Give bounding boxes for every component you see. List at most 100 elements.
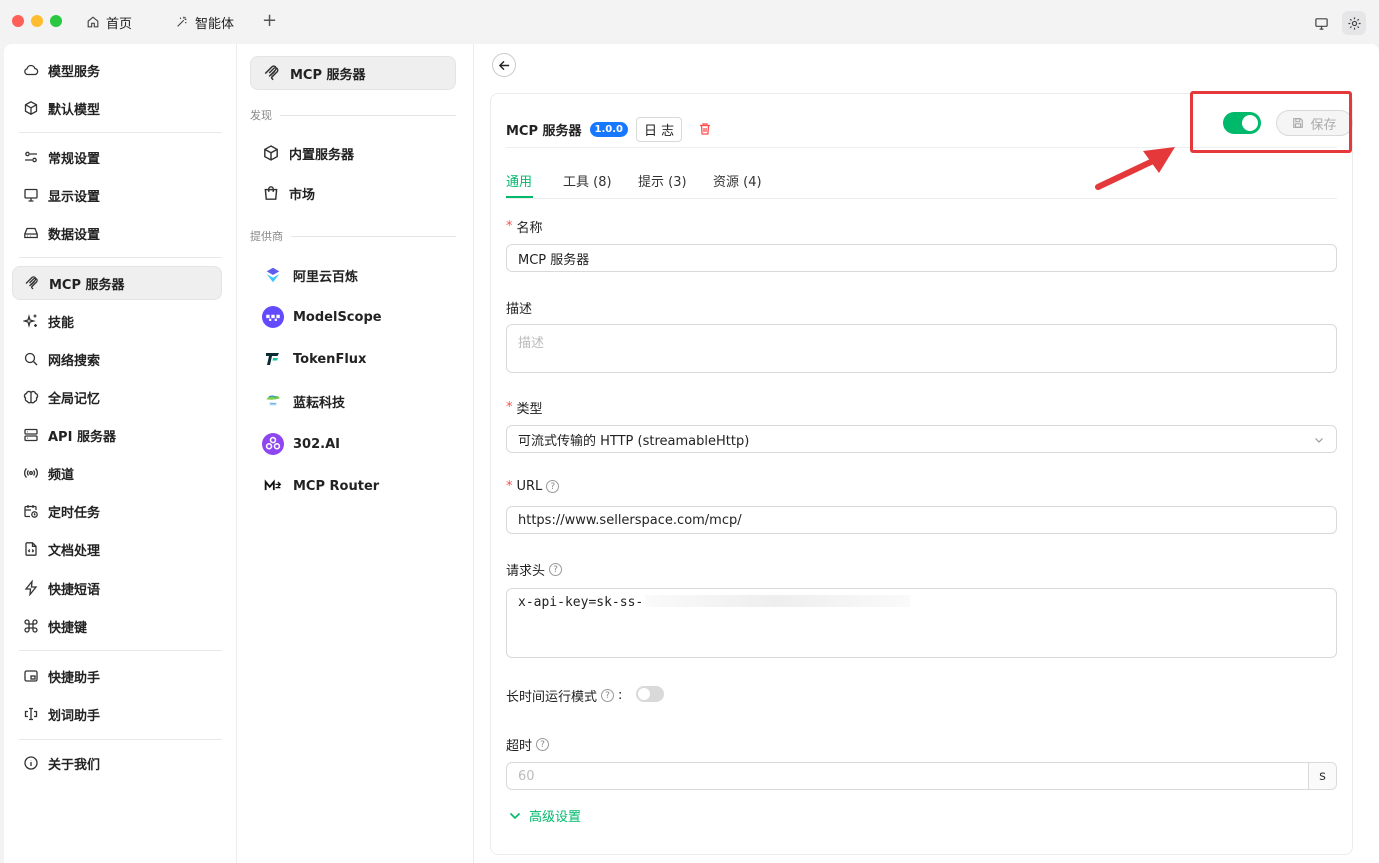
- sidebar-item-channels[interactable]: 频道: [12, 456, 222, 490]
- tab-home[interactable]: 首页: [86, 12, 132, 32]
- sidebar-item-api-server[interactable]: API 服务器: [12, 418, 222, 452]
- sidebar-item-label: 技能: [48, 315, 75, 331]
- name-input[interactable]: MCP 服务器: [506, 244, 1337, 272]
- title-bar: 首页 智能体 +: [0, 0, 1379, 44]
- url-label: * URL ?: [506, 479, 560, 494]
- server-detail-panel: MCP 服务器 1.0.0 日 志 保存 通用 工具 (8) 提示 (3) 资源…: [474, 44, 1379, 863]
- tab-tools[interactable]: 工具 (8): [563, 171, 612, 190]
- builtin-servers-label: 内置服务器: [289, 147, 355, 163]
- sidebar-item-shortcuts[interactable]: 快捷键: [12, 609, 222, 643]
- provider-modelscope[interactable]: ModelScope: [250, 300, 456, 334]
- 302ai-logo-icon: [262, 433, 284, 455]
- tab-home-label: 首页: [106, 16, 133, 32]
- sidebar-item-documents[interactable]: 文档处理: [12, 532, 222, 566]
- sidebar-divider: [19, 132, 222, 133]
- sidebar-item-default-model[interactable]: 默认模型: [12, 91, 222, 125]
- sidebar-item-selection-assistant[interactable]: 划词助手: [12, 697, 222, 731]
- help-icon[interactable]: ?: [601, 689, 615, 702]
- minimize-window-button[interactable]: [31, 15, 43, 27]
- tab-prompts[interactable]: 提示 (3): [638, 171, 687, 190]
- help-icon[interactable]: ?: [536, 738, 550, 751]
- sidebar-item-web-search[interactable]: 网络搜索: [12, 342, 222, 376]
- sidebar-item-label: 定时任务: [48, 505, 101, 521]
- timeout-label: 超时 ?: [506, 735, 550, 754]
- tokenflux-logo-icon: [262, 348, 284, 370]
- url-input[interactable]: https://www.sellerspace.com/mcp/: [506, 506, 1337, 534]
- annotation-arrow-icon: [1095, 147, 1175, 190]
- help-icon[interactable]: ?: [549, 563, 563, 576]
- timeout-input[interactable]: 60 s: [506, 762, 1337, 790]
- close-window-button[interactable]: [12, 15, 24, 27]
- gear-icon: [1347, 16, 1361, 30]
- tab-general[interactable]: 通用: [506, 171, 532, 190]
- provider-bailian[interactable]: 阿里云百炼: [250, 258, 456, 292]
- cube-icon: [24, 101, 38, 115]
- sidebar-item-display[interactable]: 显示设置: [12, 178, 222, 212]
- tab-resources[interactable]: 资源 (4): [713, 171, 762, 190]
- annotation-highlight-box: [1190, 91, 1352, 153]
- sidebar-item-data[interactable]: 数据设置: [12, 216, 222, 250]
- description-textarea[interactable]: 描述: [506, 324, 1337, 373]
- sidebar-item-quick-phrases[interactable]: 快捷短语: [12, 571, 222, 605]
- file-code-icon: [25, 542, 37, 556]
- provider-302ai[interactable]: 302.AI: [250, 427, 456, 461]
- mcp-icon: [25, 276, 38, 290]
- provider-tokenflux[interactable]: TokenFlux: [250, 342, 456, 376]
- sidebar-item-memory[interactable]: 全局记忆: [12, 380, 222, 414]
- sliders-icon: [25, 151, 37, 163]
- version-badge: 1.0.0: [589, 121, 629, 137]
- sidebar-item-skills[interactable]: 技能: [12, 304, 222, 338]
- builtin-servers-item[interactable]: 内置服务器: [250, 136, 456, 170]
- sidebar-item-scheduled-tasks[interactable]: 定时任务: [12, 494, 222, 528]
- delete-button[interactable]: [698, 122, 712, 136]
- long-running-colon: :: [618, 688, 623, 703]
- sidebar-item-quick-assistant[interactable]: 快捷助手: [12, 659, 222, 693]
- url-value: https://www.sellerspace.com/mcp/: [518, 512, 742, 528]
- timeout-placeholder: 60: [518, 768, 535, 784]
- log-button[interactable]: 日 志: [636, 116, 683, 142]
- tab-agent[interactable]: 智能体: [175, 12, 234, 32]
- sidebar-item-label: 模型服务: [48, 64, 101, 80]
- timeout-unit: s: [1308, 763, 1336, 789]
- provider-lanyun[interactable]: 蓝耘科技: [250, 384, 456, 418]
- provider-mcp-router[interactable]: MCP Router: [250, 469, 456, 503]
- type-select[interactable]: 可流式传输的 HTTP (streamableHttp): [506, 425, 1337, 453]
- marketplace-item[interactable]: 市场: [250, 176, 456, 210]
- text-cursor-icon: [24, 707, 38, 721]
- back-button[interactable]: [492, 53, 516, 77]
- advanced-settings-toggle[interactable]: 高级设置: [509, 806, 581, 825]
- home-icon: [87, 16, 99, 28]
- command-icon: [24, 619, 38, 633]
- mcp-servers-item[interactable]: MCP 服务器: [250, 56, 456, 90]
- active-tab-indicator: [506, 196, 533, 198]
- headers-label-text: 请求头: [506, 564, 546, 579]
- sidebar-item-label: 快捷短语: [48, 582, 101, 598]
- url-label-text: URL: [516, 479, 543, 494]
- headers-textarea[interactable]: x-api-key=sk-ss-: [506, 588, 1337, 658]
- add-tab-button[interactable]: +: [262, 10, 277, 31]
- long-running-toggle[interactable]: [636, 686, 664, 702]
- tab-agent-label: 智能体: [195, 16, 235, 32]
- maximize-window-button[interactable]: [50, 15, 62, 27]
- bailian-logo-icon: [262, 264, 284, 286]
- monitor-icon: [1314, 17, 1328, 30]
- marketplace-label: 市场: [289, 187, 316, 203]
- name-value: MCP 服务器: [518, 252, 590, 268]
- sidebar-item-about[interactable]: 关于我们: [12, 746, 222, 780]
- sidebar-item-model-service[interactable]: 模型服务: [12, 53, 222, 87]
- info-icon: [24, 756, 38, 770]
- monitor-button[interactable]: [1309, 11, 1333, 35]
- provider-label: ModelScope: [293, 309, 382, 325]
- settings-button[interactable]: [1342, 11, 1366, 35]
- trash-icon: [700, 123, 711, 135]
- help-icon[interactable]: ?: [546, 480, 560, 493]
- sidebar-item-label: 默认模型: [48, 102, 101, 118]
- shopping-bag-icon: [264, 186, 278, 200]
- sidebar-item-mcp[interactable]: MCP 服务器: [12, 266, 222, 300]
- sidebar-item-label: 频道: [48, 467, 75, 483]
- provider-label: 302.AI: [293, 436, 340, 452]
- sidebar-item-general[interactable]: 常规设置: [12, 140, 222, 174]
- type-value: 可流式传输的 HTTP (streamableHttp): [518, 433, 750, 449]
- sidebar-item-label: 显示设置: [48, 189, 101, 205]
- sidebar-item-label: 快捷键: [48, 620, 88, 636]
